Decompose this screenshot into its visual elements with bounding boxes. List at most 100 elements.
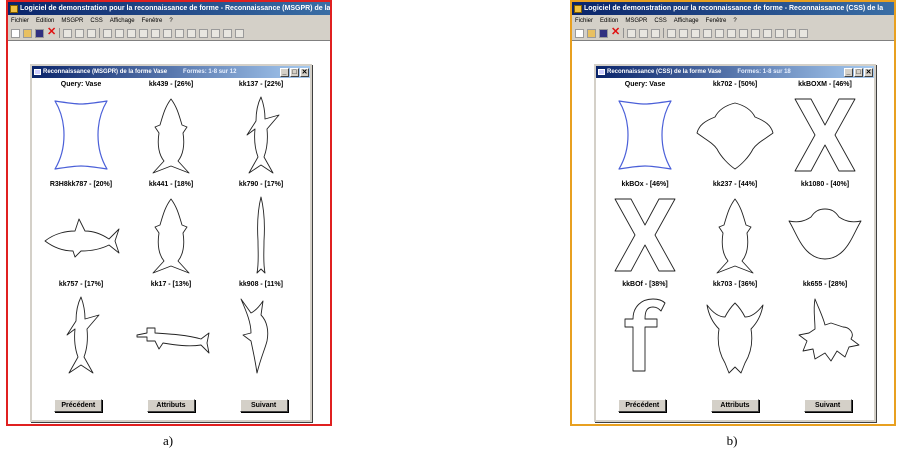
menu-affichage[interactable]: Affichage bbox=[110, 18, 135, 24]
mdi-workspace: Reconnaissance (CSS) de la forme Vase Fo… bbox=[572, 42, 894, 424]
results-window-title-bar[interactable]: Reconnaissance (CSS) de la forme Vase Fo… bbox=[596, 66, 874, 78]
menu-affichage[interactable]: Affichage bbox=[674, 18, 699, 24]
eel-upright-icon bbox=[256, 196, 266, 274]
mdi-workspace: Reconnaissance (MSGPR) de la forme Vase … bbox=[8, 42, 330, 424]
result-label: R3H8kk787 - [20%] bbox=[49, 181, 113, 188]
tool-icon[interactable] bbox=[163, 28, 172, 38]
tool-icon[interactable] bbox=[199, 28, 208, 38]
result-cell[interactable]: kkBOf - [38%] bbox=[600, 280, 690, 380]
new-file-icon[interactable] bbox=[11, 28, 20, 38]
button-row: Précédent Attributs Suivant bbox=[596, 399, 874, 412]
close-button[interactable]: ✕ bbox=[864, 67, 873, 77]
close-button[interactable]: ✕ bbox=[300, 67, 309, 77]
shape-outline bbox=[618, 100, 672, 170]
paste-icon[interactable] bbox=[651, 28, 660, 38]
minimize-button[interactable]: _ bbox=[844, 67, 853, 77]
next-button[interactable]: Suivant bbox=[239, 399, 288, 412]
attributes-button[interactable]: Attributs bbox=[146, 399, 195, 412]
tool-icon[interactable] bbox=[115, 28, 124, 38]
tool-icon[interactable] bbox=[211, 28, 220, 38]
result-cell[interactable]: kk17 - [13%] bbox=[126, 280, 216, 380]
help-icon[interactable] bbox=[235, 28, 244, 38]
results-count: Formes: 1-8 sur 18 bbox=[737, 69, 791, 75]
save-icon[interactable] bbox=[599, 28, 608, 38]
menu-fichier[interactable]: Fichier bbox=[575, 18, 593, 24]
result-cell[interactable]: R3H8kk787 - [20%] bbox=[36, 180, 126, 280]
help-icon[interactable] bbox=[799, 28, 808, 38]
result-label: kk441 - [18%] bbox=[148, 181, 194, 188]
toolbar: ✕ bbox=[8, 26, 330, 41]
tool-icon[interactable] bbox=[679, 28, 688, 38]
tool-icon[interactable] bbox=[727, 28, 736, 38]
shark-upright-icon bbox=[246, 96, 280, 174]
tool-icon[interactable] bbox=[691, 28, 700, 38]
maximize-button[interactable]: □ bbox=[854, 67, 863, 77]
result-cell[interactable]: kk1080 - [40%] bbox=[780, 180, 870, 280]
paste-icon[interactable] bbox=[87, 28, 96, 38]
result-cell[interactable]: kk757 - [17%] bbox=[36, 280, 126, 380]
result-cell[interactable]: kk441 - [18%] bbox=[126, 180, 216, 280]
menu-fenetre[interactable]: Fenêtre bbox=[706, 18, 727, 24]
menu-edition[interactable]: Edition bbox=[36, 18, 54, 24]
menu-fichier[interactable]: Fichier bbox=[11, 18, 29, 24]
cut-icon[interactable] bbox=[627, 28, 636, 38]
previous-button[interactable]: Précédent bbox=[618, 399, 667, 412]
delete-icon[interactable]: ✕ bbox=[611, 26, 620, 38]
copy-icon[interactable] bbox=[75, 28, 84, 38]
maximize-button[interactable]: □ bbox=[290, 67, 299, 77]
result-cell[interactable]: kk439 - [26%] bbox=[126, 80, 216, 180]
result-cell[interactable]: kk137 - [22%] bbox=[216, 80, 306, 180]
open-folder-icon[interactable] bbox=[587, 28, 596, 38]
menu-css[interactable]: CSS bbox=[90, 18, 102, 24]
shape-outline bbox=[54, 100, 108, 170]
result-cell[interactable]: kk702 - [50%] bbox=[690, 80, 780, 180]
result-cell[interactable]: kkBOXM - [46%] bbox=[780, 80, 870, 180]
menu-fenetre[interactable]: Fenêtre bbox=[142, 18, 163, 24]
result-cell[interactable]: kk655 - [28%] bbox=[780, 280, 870, 380]
toolbar-separator bbox=[623, 28, 624, 38]
next-button[interactable]: Suivant bbox=[803, 399, 852, 412]
menu-help[interactable]: ? bbox=[169, 18, 172, 24]
fish-upright-icon bbox=[152, 198, 190, 274]
tool-icon[interactable] bbox=[139, 28, 148, 38]
previous-button[interactable]: Précédent bbox=[54, 399, 103, 412]
tool-icon[interactable] bbox=[751, 28, 760, 38]
print-icon[interactable] bbox=[103, 28, 112, 38]
tool-icon[interactable] bbox=[223, 28, 232, 38]
open-folder-icon[interactable] bbox=[23, 28, 32, 38]
query-cell[interactable]: Query: Vase bbox=[600, 80, 690, 180]
result-cell[interactable]: kk908 - [11%] bbox=[216, 280, 306, 380]
result-cell[interactable]: kk790 - [17%] bbox=[216, 180, 306, 280]
results-window-title-bar[interactable]: Reconnaissance (MSGPR) de la forme Vase … bbox=[32, 66, 310, 78]
tool-icon[interactable] bbox=[187, 28, 196, 38]
tool-icon[interactable] bbox=[703, 28, 712, 38]
tool-icon[interactable] bbox=[763, 28, 772, 38]
menu-css[interactable]: CSS bbox=[654, 18, 666, 24]
shape-outline bbox=[614, 198, 676, 272]
query-cell[interactable]: Query: Vase bbox=[36, 80, 126, 180]
tool-icon[interactable] bbox=[175, 28, 184, 38]
tool-icon[interactable] bbox=[127, 28, 136, 38]
tool-icon[interactable] bbox=[787, 28, 796, 38]
menu-msgpr[interactable]: MSGPR bbox=[61, 18, 83, 24]
menu-help[interactable]: ? bbox=[733, 18, 736, 24]
new-file-icon[interactable] bbox=[575, 28, 584, 38]
result-cell[interactable]: kk237 - [44%] bbox=[690, 180, 780, 280]
cut-icon[interactable] bbox=[63, 28, 72, 38]
save-icon[interactable] bbox=[35, 28, 44, 38]
menu-msgpr[interactable]: MSGPR bbox=[625, 18, 647, 24]
result-cell[interactable]: kkBOx - [46%] bbox=[600, 180, 690, 280]
result-cell[interactable]: kk703 - [36%] bbox=[690, 280, 780, 380]
attributes-button[interactable]: Attributs bbox=[710, 399, 759, 412]
tool-icon[interactable] bbox=[715, 28, 724, 38]
delete-icon[interactable]: ✕ bbox=[47, 26, 56, 38]
tool-icon[interactable] bbox=[775, 28, 784, 38]
print-icon[interactable] bbox=[667, 28, 676, 38]
screenshot-panel-b: Logiciel de demonstration pour la reconn… bbox=[570, 0, 896, 426]
copy-icon[interactable] bbox=[639, 28, 648, 38]
menu-edition[interactable]: Edition bbox=[600, 18, 618, 24]
minimize-button[interactable]: _ bbox=[280, 67, 289, 77]
tool-icon[interactable] bbox=[151, 28, 160, 38]
app-title-bar: Logiciel de demonstration pour la reconn… bbox=[8, 2, 330, 15]
tool-icon[interactable] bbox=[739, 28, 748, 38]
